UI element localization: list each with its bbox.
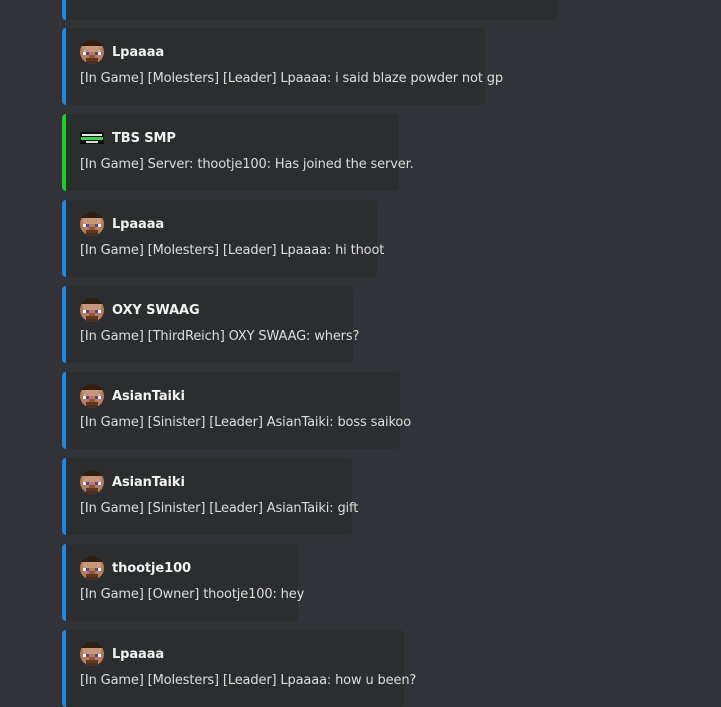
avatar[interactable] bbox=[80, 298, 104, 322]
message-text: [In Game] Server: thootje100: Has joined… bbox=[80, 157, 414, 172]
author-name[interactable]: OXY SWAAG bbox=[112, 303, 200, 318]
author-name[interactable]: TBS SMP bbox=[112, 131, 176, 146]
server-logo-icon[interactable] bbox=[80, 126, 104, 150]
embed-author: thootje100 bbox=[80, 557, 191, 579]
message-text: [In Game] [Sinister] [Leader] AsianTaiki… bbox=[80, 501, 359, 516]
embed-author: Lpaaaa bbox=[80, 643, 164, 665]
author-name[interactable]: AsianTaiki bbox=[112, 475, 185, 490]
avatar[interactable] bbox=[80, 642, 104, 666]
message-text: [In Game] [Sinister] [Leader] AsianTaiki… bbox=[80, 415, 411, 430]
chat-embed: Lpaaaa [In Game] [Molesters] [Leader] Lp… bbox=[62, 630, 416, 707]
embed-author: TBS SMP bbox=[80, 127, 176, 149]
server-embed: TBS SMP [In Game] Server: thootje100: Ha… bbox=[62, 114, 414, 191]
avatar[interactable] bbox=[80, 384, 104, 408]
chat-embed: thootje100 [In Game] [Owner] thootje100:… bbox=[62, 544, 304, 621]
embed-author: Lpaaaa bbox=[80, 213, 164, 235]
embed-author: AsianTaiki bbox=[80, 385, 185, 407]
chat-embed: AsianTaiki [In Game] [Sinister] [Leader]… bbox=[62, 458, 358, 535]
message-text: [In Game] [ThirdReich] OXY SWAAG: whers? bbox=[80, 329, 360, 344]
avatar[interactable] bbox=[80, 556, 104, 580]
message-text: [In Game] [Molesters] [Leader] Lpaaaa: h… bbox=[80, 243, 385, 258]
author-name[interactable]: thootje100 bbox=[112, 561, 191, 576]
author-name[interactable]: Lpaaaa bbox=[112, 45, 164, 60]
embed-author: AsianTaiki bbox=[80, 471, 185, 493]
chat-embed: Lpaaaa [In Game] [Molesters] [Leader] Lp… bbox=[62, 28, 503, 105]
chat-embed: AsianTaiki [In Game] [Sinister] [Leader]… bbox=[62, 372, 411, 449]
author-name[interactable]: Lpaaaa bbox=[112, 647, 164, 662]
message-text: [In Game] [Molesters] [Leader] Lpaaaa: i… bbox=[80, 71, 503, 86]
author-name[interactable]: Lpaaaa bbox=[112, 217, 164, 232]
message-text: [In Game] [Molesters] [Leader] Lpaaaa: h… bbox=[80, 673, 417, 688]
chat-embed bbox=[62, 0, 558, 20]
message-feed[interactable]: Lpaaaa [In Game] [Molesters] [Leader] Lp… bbox=[0, 0, 721, 707]
avatar[interactable] bbox=[80, 40, 104, 64]
author-name[interactable]: AsianTaiki bbox=[112, 389, 185, 404]
message-text: [In Game] [Owner] thootje100: hey bbox=[80, 587, 305, 602]
chat-embed: Lpaaaa [In Game] [Molesters] [Leader] Lp… bbox=[62, 200, 384, 277]
avatar[interactable] bbox=[80, 470, 104, 494]
embed-author: Lpaaaa bbox=[80, 41, 164, 63]
avatar[interactable] bbox=[80, 212, 104, 236]
chat-embed: OXY SWAAG [In Game] [ThirdReich] OXY SWA… bbox=[62, 286, 359, 363]
embed-author: OXY SWAAG bbox=[80, 299, 200, 321]
